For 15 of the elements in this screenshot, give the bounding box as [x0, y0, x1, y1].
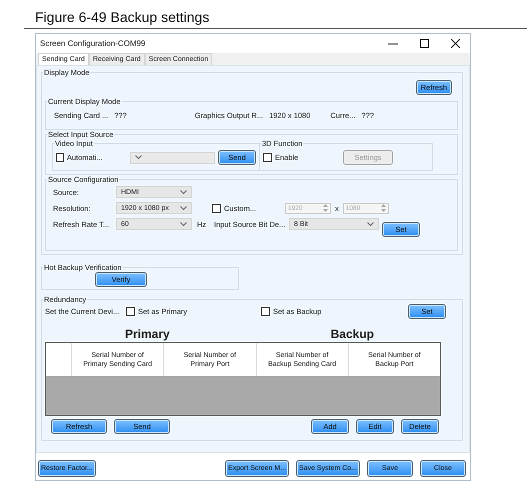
maximize-icon[interactable]	[420, 39, 429, 48]
chevron-icon	[367, 222, 374, 226]
chevron-icon	[180, 222, 187, 226]
chevron-icon	[180, 190, 187, 194]
window-title: Screen Configuration-COM99	[40, 39, 146, 48]
primary-heading: Primary	[125, 327, 170, 341]
checkbox[interactable]	[261, 307, 270, 316]
figure-caption: Figure 6-49 Backup settings	[35, 9, 210, 25]
checkbox[interactable]	[263, 153, 272, 162]
chevron-icon	[180, 206, 187, 210]
backup-heading: Backup	[330, 327, 374, 341]
checkbox[interactable]	[56, 153, 64, 162]
chevron-icon	[134, 155, 142, 160]
close-icon[interactable]	[451, 39, 460, 48]
checkbox[interactable]	[126, 307, 135, 316]
